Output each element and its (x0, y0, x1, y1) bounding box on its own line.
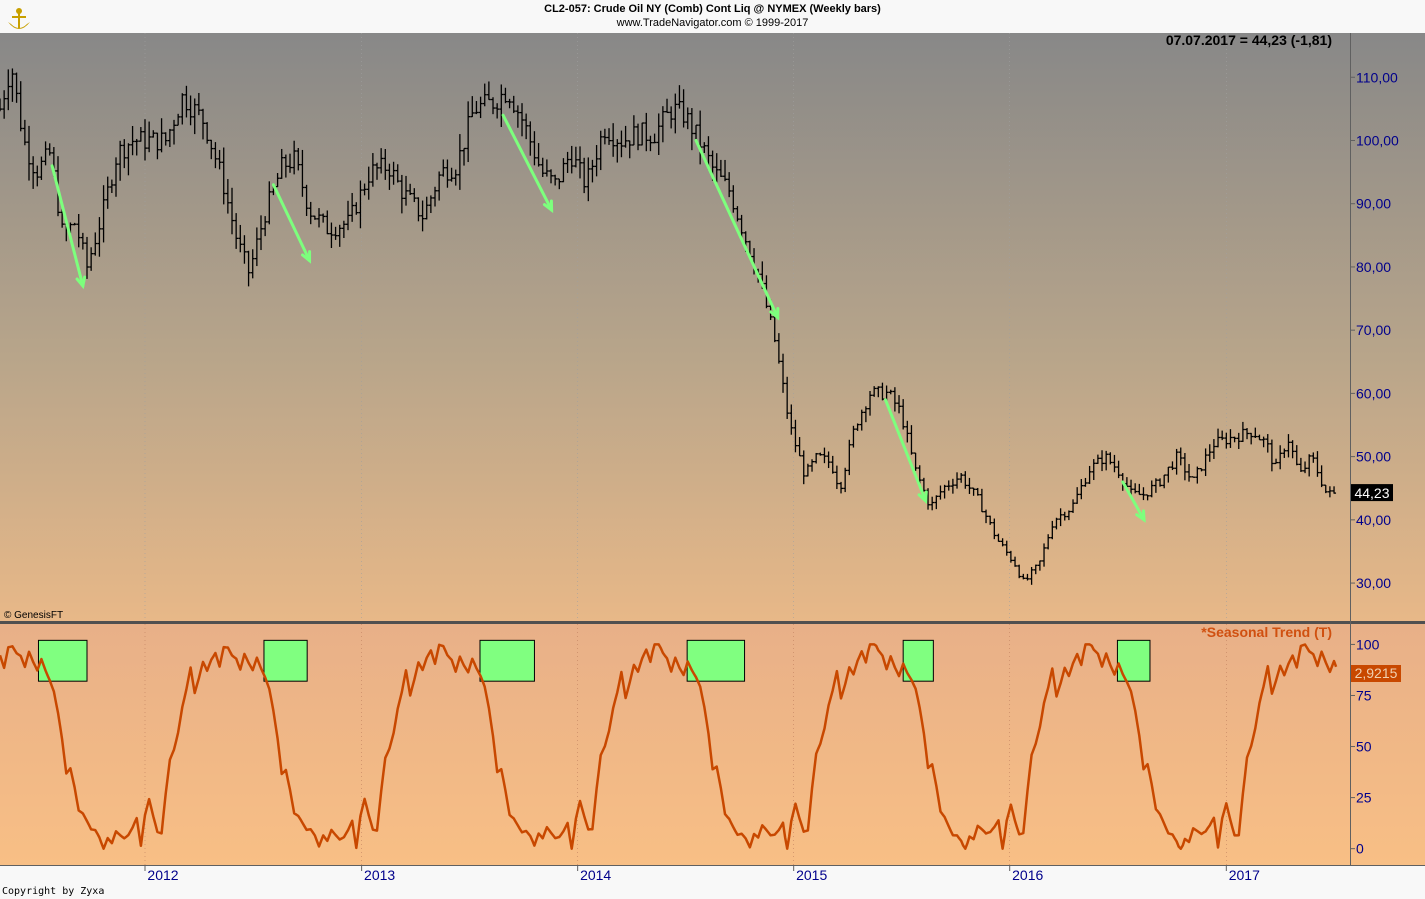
year-tick-label: 2017 (1229, 867, 1260, 883)
season-highlight-box (38, 640, 87, 681)
price-tick-label: 100,00 (1356, 132, 1399, 148)
price-tick-label: 90,00 (1356, 196, 1391, 212)
year-tick-label: 2012 (147, 867, 178, 883)
year-tick-label: 2013 (364, 867, 395, 883)
price-panel-background (0, 33, 1425, 622)
price-tick-label: 70,00 (1356, 322, 1391, 338)
season-highlight-box (264, 640, 307, 681)
copyright-label: Copyright by Zyxa (2, 886, 104, 897)
price-tick-label: 80,00 (1356, 259, 1391, 275)
indicator-tick-label: 25 (1356, 790, 1372, 806)
year-tick-label: 2015 (796, 867, 827, 883)
price-tick-label: 30,00 (1356, 575, 1391, 591)
time-axis-background (0, 865, 1425, 899)
price-tick-label: 60,00 (1356, 385, 1391, 401)
price-last-value: 44,23 (1354, 485, 1389, 501)
price-tick-label: 50,00 (1356, 449, 1391, 465)
indicator-title: *Seasonal Trend (T) (1201, 624, 1332, 640)
indicator-tick-label: 50 (1356, 739, 1372, 755)
data-source-label: © GenesisFT (4, 610, 63, 621)
last-quote-readout: 07.07.2017 = 44,23 (-1,81) (1166, 32, 1332, 48)
year-tick-label: 2016 (1012, 867, 1043, 883)
indicator-tick-label: 0 (1356, 841, 1364, 857)
indicator-last-value-tag: 2,9215 (1351, 665, 1401, 682)
indicator-last-value: 2,9215 (1355, 665, 1398, 681)
indicator-tick-label: 75 (1356, 687, 1372, 703)
price-tick-label: 110,00 (1356, 69, 1398, 85)
price-tick-label: 40,00 (1356, 512, 1391, 528)
price-last-value-tag: 44,23 (1351, 484, 1393, 501)
year-tick-label: 2014 (580, 867, 611, 883)
weekly-price-bar (1191, 477, 1195, 478)
season-highlight-box (480, 640, 534, 681)
indicator-tick-label: 100 (1356, 636, 1380, 652)
chart-canvas: 30,00 40,00 50,00 60,00 70,00 80,00 90,00 100,0… (0, 0, 1425, 899)
